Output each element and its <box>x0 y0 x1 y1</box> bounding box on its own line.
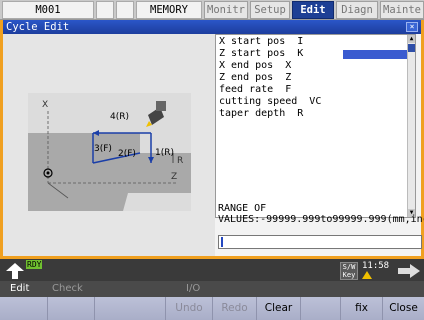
clear-button[interactable]: Clear <box>256 297 300 320</box>
param-cutting-speed[interactable]: cutting speed VC <box>219 96 321 108</box>
param-scrollbar[interactable]: ▲ ▼ <box>407 35 415 217</box>
status-cell-blank-2 <box>116 1 134 19</box>
param-z-start[interactable]: Z start pos K <box>219 48 303 60</box>
param-x-end[interactable]: X end pos X <box>219 60 291 72</box>
cycle-edit-window: Cycle Edit × X Z 4(R) 3(F) 2(F) 1(R) R X… <box>0 20 424 259</box>
close-icon[interactable]: × <box>406 22 418 32</box>
next-arrow-icon[interactable] <box>398 264 420 278</box>
softkey-7[interactable] <box>300 297 340 320</box>
clock: 11:58 <box>362 261 390 271</box>
softkey-1[interactable] <box>0 297 47 320</box>
param-taper-depth[interactable]: taper depth R <box>219 108 303 120</box>
parameter-list: X start pos I Z start pos K X end pos X … <box>215 34 416 218</box>
menu-edit[interactable]: Edit <box>10 283 29 294</box>
axis-z-label: Z <box>171 172 177 182</box>
redo-button[interactable]: Redo <box>212 297 256 320</box>
tab-mainte[interactable]: Mainte <box>380 1 424 19</box>
mode-indicator: MEMORY <box>136 1 202 19</box>
tab-edit[interactable]: Edit <box>292 1 334 19</box>
scroll-up-icon[interactable]: ▲ <box>408 35 415 43</box>
undo-button[interactable]: Undo <box>165 297 212 320</box>
close-button[interactable]: Close <box>382 297 424 320</box>
window-title-bar: Cycle Edit × <box>3 20 421 34</box>
input-caret <box>221 237 223 247</box>
param-z-end[interactable]: Z end pos Z <box>219 72 291 84</box>
tab-diagn[interactable]: Diagn <box>336 1 378 19</box>
tab-setup[interactable]: Setup <box>250 1 290 19</box>
path-label-3: 3(F) <box>94 144 112 154</box>
tab-monitr[interactable]: Monitr <box>204 1 248 19</box>
cycle-diagram-panel: X Z 4(R) 3(F) 2(F) 1(R) R <box>3 34 215 256</box>
status-cell-blank-1 <box>96 1 114 19</box>
menu-io[interactable]: I/O <box>186 283 200 294</box>
path-label-2: 2(F) <box>118 149 136 159</box>
param-feed-rate[interactable]: feed rate F <box>219 84 291 96</box>
software-key-button[interactable]: S/W Key <box>340 262 358 280</box>
top-status-bar: M001 MEMORY Monitr Setup Edit Diagn Main… <box>0 0 424 20</box>
scroll-thumb[interactable] <box>408 44 415 52</box>
value-range-hint: RANGE OF VALUES:-99999.999to99999.999(mm… <box>218 203 424 225</box>
program-name: M001 <box>2 1 94 19</box>
ready-indicator: RDY <box>26 260 43 269</box>
param-x-start[interactable]: X start pos I <box>219 36 303 48</box>
axis-x-label: X <box>42 100 48 110</box>
selected-value-field[interactable] <box>343 50 407 59</box>
bottom-status-bar: RDY S/W Key 11:58 <box>0 259 424 281</box>
path-label-4: 4(R) <box>110 112 129 122</box>
turning-cycle-diagram: X Z 4(R) 3(F) 2(F) 1(R) R <box>28 93 191 211</box>
softkey-bar: Edit Check I/O Undo Redo Clear fix Close <box>0 281 424 320</box>
softkey-2[interactable] <box>47 297 94 320</box>
fix-button[interactable]: fix <box>340 297 382 320</box>
path-label-1: 1(R) <box>155 148 174 158</box>
value-input-field[interactable] <box>218 235 422 249</box>
taper-r-label: R <box>177 156 183 166</box>
window-title: Cycle Edit <box>6 21 70 33</box>
menu-check[interactable]: Check <box>52 283 83 294</box>
softkey-3[interactable] <box>94 297 141 320</box>
warning-icon <box>362 271 372 279</box>
back-arrow-icon[interactable] <box>4 262 26 280</box>
